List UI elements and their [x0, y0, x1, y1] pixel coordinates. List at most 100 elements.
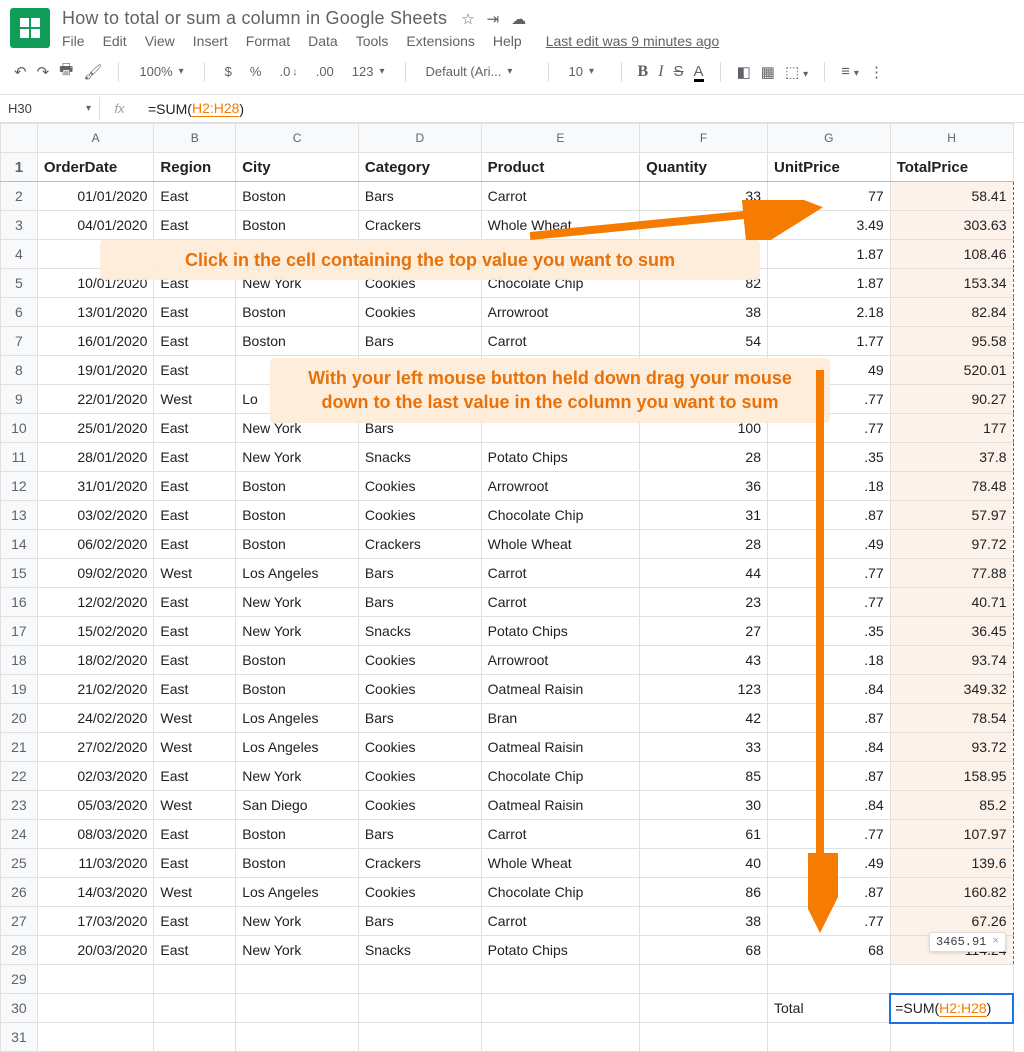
cell[interactable]: East	[154, 588, 236, 617]
cell[interactable]: East	[154, 182, 236, 211]
col-header-E[interactable]: E	[481, 124, 640, 153]
cell-selected[interactable]: 97.72	[890, 530, 1013, 559]
cell[interactable]: Bars	[358, 182, 481, 211]
cell[interactable]: Carrot	[481, 820, 640, 849]
cell[interactable]: Cookies	[358, 791, 481, 820]
menu-help[interactable]: Help	[493, 33, 522, 49]
cell[interactable]: East	[154, 443, 236, 472]
cell[interactable]: Boston	[236, 675, 359, 704]
select-all-corner[interactable]	[1, 124, 38, 153]
cell-selected[interactable]: 93.74	[890, 646, 1013, 675]
row-header[interactable]: 18	[1, 646, 38, 675]
menu-insert[interactable]: Insert	[193, 33, 228, 49]
cell[interactable]: New York	[236, 269, 359, 298]
cell[interactable]: 31/01/2020	[37, 472, 154, 501]
cell[interactable]: 01/01/2020	[37, 182, 154, 211]
cell[interactable]: 02/03/2020	[37, 762, 154, 791]
cell[interactable]: New York	[236, 907, 359, 936]
cell[interactable]: 16/01/2020	[37, 327, 154, 356]
cell[interactable]: Bars	[358, 327, 481, 356]
cell[interactable]: 54	[640, 327, 768, 356]
cell[interactable]: East	[154, 646, 236, 675]
cell[interactable]: 2.18	[767, 298, 890, 327]
row-header[interactable]: 22	[1, 762, 38, 791]
row-header[interactable]: 26	[1, 878, 38, 907]
cell[interactable]: 14/03/2020	[37, 878, 154, 907]
toolbar-more-icon[interactable]: ⋮	[869, 63, 884, 81]
cell[interactable]: East	[154, 472, 236, 501]
row-header[interactable]: 16	[1, 588, 38, 617]
cell[interactable]: 24/02/2020	[37, 704, 154, 733]
cell[interactable]: Cookies	[358, 269, 481, 298]
cell[interactable]: Crackers	[358, 211, 481, 240]
italic-button[interactable]: I	[658, 63, 663, 81]
cell[interactable]: Los Angeles	[236, 733, 359, 762]
cell[interactable]	[640, 240, 768, 269]
cell[interactable]	[358, 356, 481, 385]
header-cell[interactable]: UnitPrice	[767, 153, 890, 182]
cell[interactable]: Cookies	[358, 298, 481, 327]
fill-color-icon[interactable]: ◧	[737, 63, 751, 81]
cell[interactable]: West	[154, 733, 236, 762]
row-header[interactable]: 30	[1, 994, 38, 1023]
cell[interactable]: Carrot	[481, 588, 640, 617]
cell[interactable]: 31	[640, 501, 768, 530]
col-header-B[interactable]: B	[154, 124, 236, 153]
cell[interactable]: Arrowroot	[481, 298, 640, 327]
cell[interactable]: 43	[640, 646, 768, 675]
cell-selected[interactable]: 93.72	[890, 733, 1013, 762]
cell[interactable]: Los Angeles	[236, 559, 359, 588]
col-header-C[interactable]: C	[236, 124, 359, 153]
cell[interactable]: Bars	[358, 559, 481, 588]
cell[interactable]	[640, 356, 768, 385]
header-cell[interactable]: Region	[154, 153, 236, 182]
move-icon[interactable]: ⇥	[487, 10, 500, 28]
cell[interactable]: Boston	[236, 182, 359, 211]
close-icon[interactable]: ×	[992, 936, 999, 948]
cell[interactable]: 27	[640, 617, 768, 646]
row-header[interactable]: 14	[1, 530, 38, 559]
cell[interactable]: 82	[640, 269, 768, 298]
cell[interactable]: Bran	[481, 704, 640, 733]
cell[interactable]: 15/02/2020	[37, 617, 154, 646]
decrease-decimal-button[interactable]: .0↓	[275, 62, 301, 81]
col-header-D[interactable]: D	[358, 124, 481, 153]
cell[interactable]: .77	[767, 559, 890, 588]
cell[interactable]: West	[154, 704, 236, 733]
formula-input[interactable]: =SUM(H2:H28)	[140, 96, 252, 121]
cell[interactable]: Boston	[236, 820, 359, 849]
cell[interactable]	[481, 240, 640, 269]
text-color-button[interactable]: A	[694, 63, 704, 80]
cell[interactable]: Cookies	[358, 762, 481, 791]
cell[interactable]: 22/01/2020	[37, 385, 154, 414]
menu-format[interactable]: Format	[246, 33, 290, 49]
cell[interactable]: East	[154, 501, 236, 530]
cell[interactable]: Snacks	[358, 617, 481, 646]
row-header[interactable]: 13	[1, 501, 38, 530]
cell[interactable]	[640, 385, 768, 414]
cell[interactable]: .87	[767, 501, 890, 530]
cell[interactable]: 17/03/2020	[37, 907, 154, 936]
cell-selected[interactable]: 349.32	[890, 675, 1013, 704]
row-header[interactable]: 15	[1, 559, 38, 588]
cell[interactable]: Oatmeal Raisin	[481, 791, 640, 820]
print-icon[interactable]: 🖶	[59, 59, 73, 84]
cell[interactable]: .84	[767, 675, 890, 704]
cell[interactable]: 03/02/2020	[37, 501, 154, 530]
cell[interactable]: East	[154, 762, 236, 791]
cell-selected[interactable]: 107.97	[890, 820, 1013, 849]
cell[interactable]: Boston	[236, 472, 359, 501]
cell-selected[interactable]: 78.54	[890, 704, 1013, 733]
cell[interactable]	[481, 356, 640, 385]
font-select[interactable]: Default (Ari...	[422, 62, 532, 81]
col-header-F[interactable]: F	[640, 124, 768, 153]
format-currency-button[interactable]: $	[221, 62, 236, 81]
cell[interactable]: East	[154, 356, 236, 385]
undo-icon[interactable]: ↶	[14, 63, 27, 81]
cell[interactable]	[236, 356, 359, 385]
col-header-H[interactable]: H	[890, 124, 1013, 153]
last-edit-link[interactable]: Last edit was 9 minutes ago	[546, 33, 720, 49]
cell[interactable]: New York	[236, 617, 359, 646]
cell[interactable]: East	[154, 849, 236, 878]
row-header[interactable]: 20	[1, 704, 38, 733]
